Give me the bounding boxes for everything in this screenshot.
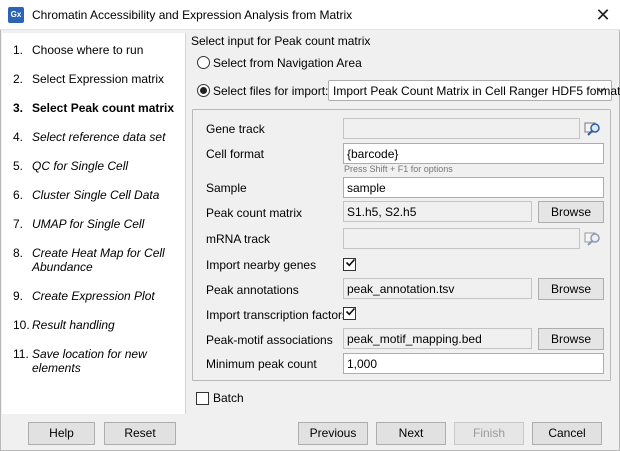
step-number: 11. [13,347,29,361]
peak-motif-associations-browse-button[interactable]: Browse [538,328,604,350]
help-button[interactable]: Help [28,422,95,445]
navigation-area-radio-label[interactable]: Select from Navigation Area [213,56,362,70]
step-label: Select reference data set [32,130,166,144]
close-icon[interactable]: ✕ [592,4,614,26]
peak-annotations-label: Peak annotations [206,283,299,297]
step-label: Create Expression Plot [32,289,155,303]
minimum-peak-count-label: Minimum peak count [206,357,317,371]
reset-button[interactable]: Reset [104,422,176,445]
browse-navigation-icon[interactable] [584,230,602,248]
peak-annotations-field: peak_annotation.tsv [343,278,532,299]
step-number: 9. [13,289,24,303]
import-nearby-genes-label: Import nearby genes [206,258,317,272]
window-title: Chromatin Accessibility and Expression A… [32,8,353,22]
batch-label[interactable]: Batch [213,391,244,405]
previous-button[interactable]: Previous [298,422,368,445]
importer-select[interactable]: Import Peak Count Matrix in Cell Ranger … [328,80,620,101]
step-label: Cluster Single Cell Data [32,188,160,202]
step-label: UMAP for Single Cell [32,217,145,231]
step-label: Choose where to run [32,43,144,57]
step-number: 10. [13,318,30,332]
gene-track-field[interactable] [343,118,580,139]
app-logo-icon: Gx [8,7,24,23]
mrna-track-field[interactable] [343,228,580,249]
minimum-peak-count-field[interactable]: 1,000 [343,353,604,374]
peak-motif-associations-field: peak_motif_mapping.bed [343,328,532,349]
step-label: Create Heat Map for Cell Abundance [32,246,165,274]
mrna-track-label: mRNA track [206,232,271,246]
cell-format-hint: Press Shift + F1 for options [344,164,453,174]
import-transcription-factors-checkbox[interactable] [343,307,356,320]
step-number: 3. [13,101,24,115]
wizard-steps-panel: 1. Choose where to run 2. Select Express… [2,33,186,414]
sample-label: Sample [206,181,247,195]
section-heading: Select input for Peak count matrix [191,34,371,48]
step-number: 7. [13,217,24,231]
step-label: Select Expression matrix [32,72,165,86]
step-label: Save location for new elements [32,347,147,375]
step-number: 5. [13,159,24,173]
import-nearby-genes-checkbox[interactable] [343,258,356,271]
navigation-area-radio[interactable] [197,56,210,69]
step-number: 4. [13,130,24,144]
checkmark-icon [345,307,356,316]
peak-annotations-browse-button[interactable]: Browse [538,278,604,300]
peak-count-matrix-label: Peak count matrix [206,206,303,220]
step-number: 2. [13,72,24,86]
step-label: Result handling [32,318,115,332]
title-bar: Gx Chromatin Accessibility and Expressio… [0,0,620,30]
import-files-radio-label[interactable]: Select files for import: [213,84,328,98]
finish-button[interactable]: Finish [454,422,524,445]
cancel-button[interactable]: Cancel [532,422,602,445]
importer-select-value: Import Peak Count Matrix in Cell Ranger … [333,84,620,98]
step-number: 6. [13,188,24,202]
peak-count-matrix-field: S1.h5, S2.h5 [343,201,532,222]
peak-count-matrix-browse-button[interactable]: Browse [538,201,604,223]
step-number: 8. [13,246,24,260]
next-button[interactable]: Next [376,422,446,445]
import-files-radio[interactable] [197,84,210,97]
chevron-down-icon [596,83,608,99]
step-number: 1. [13,43,24,57]
peak-motif-associations-label: Peak-motif associations [206,333,333,347]
batch-checkbox[interactable] [196,392,209,405]
browse-navigation-icon[interactable] [584,120,602,138]
checkmark-icon [345,258,356,267]
import-transcription-factors-label: Import transcription factors [206,308,349,322]
cell-format-label: Cell format [206,147,265,161]
sample-field[interactable]: sample [343,177,604,198]
step-label: QC for Single Cell [32,159,129,173]
gene-track-label: Gene track [206,122,265,136]
step-label: Select Peak count matrix [32,101,175,115]
cell-format-field[interactable]: {barcode} [343,143,604,164]
